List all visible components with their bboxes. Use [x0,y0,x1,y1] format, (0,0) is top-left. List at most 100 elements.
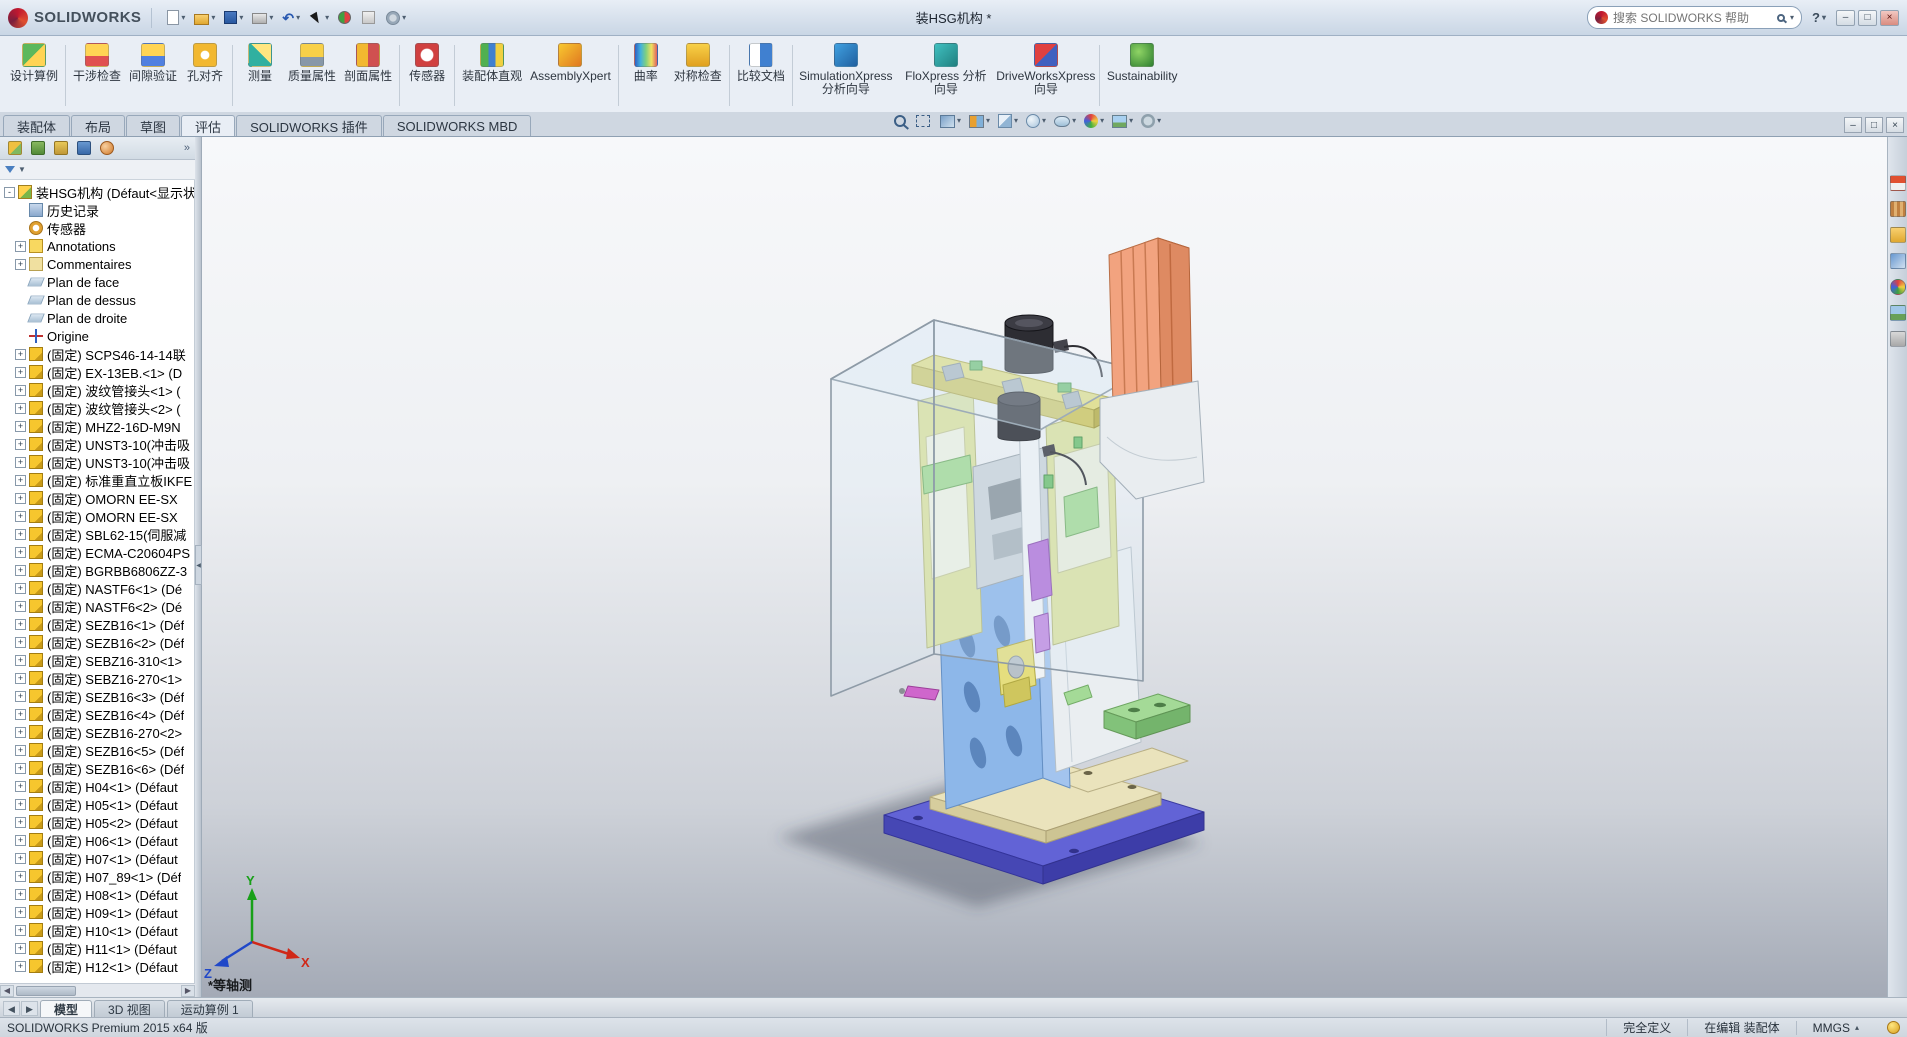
panel-tab[interactable] [74,139,93,158]
ribbon-button[interactable]: Sustainability [1103,39,1182,112]
tree-item[interactable]: + (固定) SEZB16<3> (Déf [0,687,194,705]
scroll-left-icon[interactable]: ◀ [0,984,14,997]
ribbon-button[interactable]: 比较文档 [733,39,789,112]
tree-item[interactable]: + (固定) H09<1> (Défaut [0,903,194,921]
view-tab[interactable]: 模型 [40,1000,93,1017]
ribbon-button[interactable]: 干涉检查 [69,39,125,112]
command-tab[interactable]: 评估 [181,115,236,136]
task-pane-tab-icon[interactable] [1889,175,1906,191]
tree-expander[interactable]: + [15,438,26,450]
view-tool-button[interactable]: ▾ [1141,114,1161,128]
tree-expander[interactable]: + [15,798,26,810]
window-control-button[interactable]: □ [1858,9,1877,26]
panel-tab[interactable] [97,139,116,158]
quick-access-button[interactable]: ▾ [221,7,246,29]
tree-expander[interactable]: + [15,456,26,468]
tree-expander[interactable]: + [15,744,26,756]
tree-expander[interactable]: + [15,528,26,540]
command-tab[interactable]: 草图 [126,115,181,136]
ribbon-button[interactable]: 质量属性 [284,39,340,112]
command-tab[interactable]: 装配体 [3,115,71,136]
task-pane-tab-icon[interactable] [1889,305,1906,321]
tree-expander[interactable] [15,295,26,306]
quick-tips-icon[interactable] [1887,1021,1900,1034]
tree-item[interactable]: Plan de droite [0,309,194,327]
tree-expander[interactable]: + [15,870,26,882]
tree-item[interactable]: + (固定) H07<1> (Défaut [0,849,194,867]
tree-item[interactable]: + (固定) MHZ2-16D-M9N [0,417,194,435]
document-window-button[interactable]: – [1844,117,1862,133]
tree-expander[interactable]: + [15,402,26,414]
tree-expander[interactable]: + [15,762,26,774]
tree-item[interactable]: + (固定) SEBZ16-310<1> [0,651,194,669]
tree-item[interactable]: + (固定) SEZB16-270<2> [0,723,194,741]
ribbon-button[interactable] [232,45,234,106]
tree-expander[interactable] [15,205,26,216]
tree-item[interactable]: + (固定) H08<1> (Défaut [0,885,194,903]
ribbon-button[interactable]: DriveWorksXpress 向导 [996,39,1096,112]
ribbon-button[interactable]: AssemblyXpert [526,39,615,112]
tree-expander[interactable]: + [15,834,26,846]
ribbon-button[interactable]: 剖面属性 [340,39,396,112]
chevron-down-icon[interactable]: ▼ [18,165,26,174]
task-pane-tab-icon[interactable] [1889,279,1906,295]
tree-expander[interactable]: + [15,510,26,522]
view-tool-button[interactable]: ▾ [1026,114,1046,128]
tree-expander[interactable]: + [15,672,26,684]
tree-item[interactable]: 传感器 [0,219,194,237]
tree-item[interactable]: + Commentaires [0,255,194,273]
tree-item[interactable]: + (固定) SEZB16<2> (Déf [0,633,194,651]
tree-item[interactable]: + (固定) H04<1> (Défaut [0,777,194,795]
command-tab[interactable]: SOLIDWORKS MBD [382,115,532,136]
tree-expander[interactable]: + [15,240,26,252]
command-tab[interactable]: 布局 [71,115,126,136]
ribbon-button[interactable]: SimulationXpress 分析向导 [796,39,896,112]
tree-expander[interactable]: + [15,960,26,972]
quick-access-button[interactable]: ▾ [306,7,332,29]
tree-expander[interactable] [15,331,26,342]
tree-expander[interactable]: + [15,636,26,648]
units-selector[interactable]: MMGS ▴ [1795,1020,1875,1035]
tree-item[interactable]: + (固定) SCPS46-14-14联 [0,345,194,363]
tab-nav-arrow[interactable]: ◀ [3,1001,20,1016]
view-tool-button[interactable]: ▾ [1054,115,1076,127]
tree-item[interactable]: + (固定) BGRBB6806ZZ-3 [0,561,194,579]
tree-expander[interactable]: + [15,474,26,486]
ribbon-button[interactable] [65,45,67,106]
filter-funnel-icon[interactable] [5,166,15,173]
quick-access-button[interactable]: ▾ [279,7,303,29]
tree-item[interactable]: + (固定) H05<1> (Défaut [0,795,194,813]
command-tab[interactable]: SOLIDWORKS 插件 [236,115,382,136]
tree-expander[interactable]: + [15,420,26,432]
tree-item[interactable]: Origine [0,327,194,345]
task-pane-tab-icon[interactable] [1889,253,1906,269]
tree-expander[interactable]: + [15,924,26,936]
tree-expander[interactable]: + [15,600,26,612]
model-canvas[interactable]: Y X Z [202,137,1887,997]
tree-item[interactable]: Plan de face [0,273,194,291]
tree-item[interactable]: + (固定) H05<2> (Défaut [0,813,194,831]
tree-expander[interactable]: + [15,816,26,828]
model-orange-column[interactable] [1108,237,1193,407]
tree-expander[interactable]: + [15,888,26,900]
quick-access-button[interactable] [335,7,356,29]
search-box[interactable]: ▾ [1587,6,1803,29]
quick-access-button[interactable] [359,7,380,29]
quick-access-button[interactable]: ▾ [249,7,276,29]
tab-nav-arrow[interactable]: ▶ [21,1001,38,1016]
view-tool-button[interactable]: ▾ [1112,114,1133,128]
tree-item[interactable]: Plan de dessus [0,291,194,309]
help-button[interactable]: ? ▾ [1806,10,1832,25]
tree-item[interactable]: + (固定) SEBZ16-270<1> [0,669,194,687]
tree-expander[interactable]: + [15,852,26,864]
tree-expander[interactable]: + [15,906,26,918]
ribbon-button[interactable]: FloXpress 分析向导 [896,39,996,112]
ribbon-button[interactable] [728,45,730,106]
tree-item[interactable]: + Annotations [0,237,194,255]
tree-expander[interactable]: + [15,492,26,504]
panel-splitter[interactable]: ◀ [195,137,202,997]
tree-expander[interactable]: - [4,186,15,198]
ribbon-button[interactable] [617,45,619,106]
view-tool-button[interactable]: ▾ [940,114,961,128]
panel-tab[interactable] [28,139,47,158]
